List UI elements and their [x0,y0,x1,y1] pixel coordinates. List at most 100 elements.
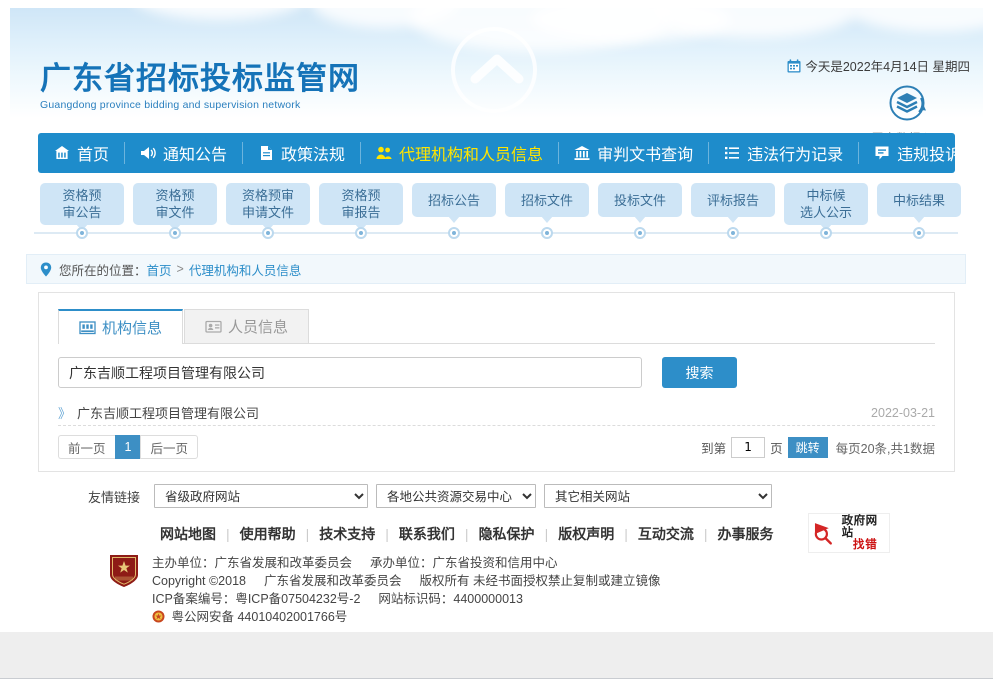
prev-page-button[interactable]: 前一页 [58,435,115,459]
step-bid-result[interactable]: 中标结果 [877,183,961,239]
nav-item-policy[interactable]: 政策法规 [242,133,360,173]
institution-icon [79,319,96,336]
rights-text: 版权所有 未经书面授权禁止复制或建立镜像 [419,574,661,588]
people-icon [375,144,393,162]
beian-text[interactable]: 粤公网安备 44010402001766号 [171,610,347,624]
chevron-up-circle-icon [451,27,537,113]
chevron-double-right-icon: 》 [58,406,72,421]
footer-link-privacy[interactable]: 隐私保护 [469,524,545,544]
page-root: 广东省招标投标监管网 Guangdong province bidding an… [0,0,993,679]
page-number-1[interactable]: 1 [114,435,141,459]
gov-badge-line2: 找错 [852,539,878,552]
step-dot [169,227,181,239]
main-navigation: 首页 通知公告 政策法规 代理机构和人员信息 审判文书查询 违法行为记录 违规投… [38,133,961,173]
gov-badge-line1: 政府网站 [841,514,878,539]
site-title-en: Guangdong province bidding and supervisi… [40,99,301,111]
select-province-gov-sites[interactable]: 省级政府网站 [154,484,369,508]
footer-link-interaction[interactable]: 互动交流 [628,524,704,544]
tab-personnel-info[interactable]: 人员信息 [184,309,310,343]
footer-link-contact[interactable]: 联系我们 [389,524,465,544]
header-banner: 广东省招标投标监管网 Guangdong province bidding an… [10,8,983,133]
history-data-entry[interactable]: 历史数据入口 [863,84,955,133]
search-input[interactable] [58,357,642,388]
footer-link-copyright[interactable]: 版权声明 [548,524,624,544]
step-box[interactable]: 资格预 审文件 [133,183,217,231]
nav-label: 审判文书查询 [597,147,694,164]
footer-links: 网站地图 | 使用帮助 | 技术支持 | 联系我们 | 隐私保护 | 版权声明 … [150,524,783,544]
site-title-cn: 广东省招标投标监管网 [40,61,360,97]
step-prequalification-report[interactable]: 资格预 审报告 [319,183,403,239]
nav-label: 代理机构和人员信息 [399,147,544,164]
step-prequalification-announcement[interactable]: 资格预 审公告 [40,183,124,239]
nav-item-home[interactable]: 首页 [38,133,124,173]
step-box[interactable]: 招标公告 [412,183,496,223]
step-line1: 评标报告 [706,192,759,208]
gov-site-error-badge[interactable]: 政府网站 找错 [808,513,890,553]
pagination-stats: 每页20条,共1数据 [835,441,935,456]
search-button[interactable]: 搜索 [662,357,737,388]
list-icon [723,144,741,162]
footer-line-4: 粤公网安备 44010402001766号 [152,608,661,626]
tab-bar: 机构信息 人员信息 [58,309,935,344]
nav-item-judgment-docs[interactable]: 审判文书查询 [558,133,708,173]
footer-link-services[interactable]: 办事服务 [707,524,783,544]
step-dot [820,227,832,239]
result-title-link[interactable]: 广东吉顺工程项目管理有限公司 [77,403,871,422]
breadcrumb-current[interactable]: 代理机构和人员信息 [189,260,302,279]
jump-prefix: 到第 [701,441,727,456]
jump-unit: 页 [770,441,783,456]
step-box[interactable]: 中标候 选人公示 [784,183,868,231]
result-date: 2022-03-21 [871,405,935,420]
step-line2: 选人公示 [799,205,852,220]
step-box[interactable]: 评标报告 [691,183,775,223]
step-bid-document[interactable]: 招标文件 [505,183,589,239]
nav-label: 通知公告 [163,147,228,164]
speech-bubble-icon [873,144,891,162]
organizer-text: 主办单位：广东省发展和改革委员会 [152,556,353,570]
page-jump: 到第 页 跳转 每页20条,共1数据 [701,436,935,458]
nav-item-notices[interactable]: 通知公告 [124,133,242,173]
cloud-decoration [850,8,983,32]
step-dot [913,227,925,239]
step-box[interactable]: 招标文件 [505,183,589,223]
step-prequalification-document[interactable]: 资格预 审文件 [133,183,217,239]
nav-label: 违法行为记录 [747,147,844,164]
step-evaluation-report[interactable]: 评标报告 [691,183,775,239]
breadcrumb-home[interactable]: 首页 [147,260,172,279]
id-card-icon [205,318,222,335]
police-emblem-icon [108,553,140,589]
select-other-related-sites[interactable]: 其它相关网站 [544,484,773,508]
step-dot [262,227,274,239]
next-page-button[interactable]: 后一页 [140,435,198,459]
nav-label: 首页 [77,147,110,164]
select-public-resource-centers[interactable]: 各地公共资源交易中心 [376,484,537,508]
courthouse-icon [573,144,591,162]
nav-item-complaints[interactable]: 违规投诉 [858,133,976,173]
pager: 前一页 1 后一页 [58,435,198,459]
step-line2: 申请文件 [241,205,294,220]
step-box[interactable]: 资格预 审公告 [40,183,124,231]
undertaker-text: 承办单位：广东省投资和信用中心 [370,556,558,570]
breadcrumb: 您所在的位置： 首页 > 代理机构和人员信息 [26,254,966,284]
jump-button[interactable]: 跳转 [787,436,828,458]
step-box[interactable]: 投标文件 [598,183,682,223]
step-prequalification-application[interactable]: 资格预审 申请文件 [226,183,310,239]
nav-item-agencies-personnel[interactable]: 代理机构和人员信息 [360,133,558,173]
step-dot [541,227,553,239]
footer-link-sitemap[interactable]: 网站地图 [150,524,226,544]
step-line1: 中标候 [806,188,846,203]
nav-item-illegal-records[interactable]: 违法行为记录 [708,133,858,173]
step-box[interactable]: 资格预 审报告 [319,183,403,231]
step-line2: 审文件 [155,205,195,220]
step-box[interactable]: 资格预审 申请文件 [226,183,310,231]
footer-link-tech-support[interactable]: 技术支持 [309,524,385,544]
step-bid-announcement[interactable]: 招标公告 [412,183,496,239]
footer-link-help[interactable]: 使用帮助 [230,524,306,544]
jump-page-input[interactable] [731,436,766,458]
step-candidate-publicity[interactable]: 中标候 选人公示 [784,183,868,239]
tab-institution-info[interactable]: 机构信息 [58,309,184,344]
step-box[interactable]: 中标结果 [877,183,961,223]
site-logo[interactable]: 广东省招标投标监管网 Guangdong province bidding an… [40,61,360,111]
step-tender-document[interactable]: 投标文件 [598,183,682,239]
tab-label: 人员信息 [228,319,289,336]
